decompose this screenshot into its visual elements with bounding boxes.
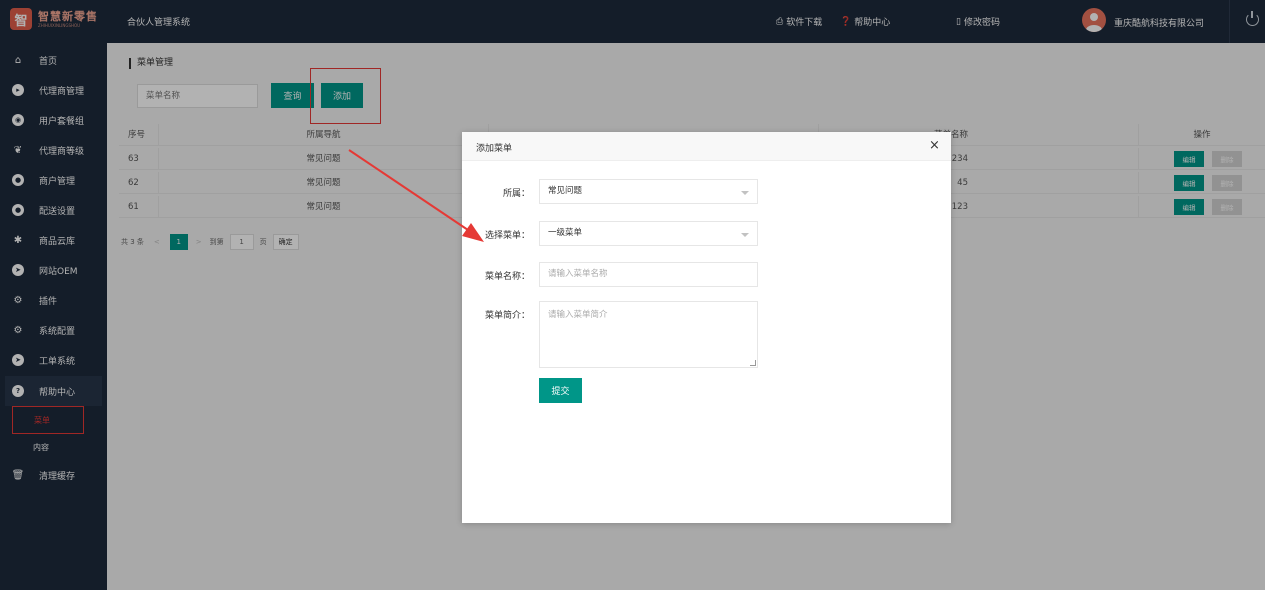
- chevron-down-icon: [741, 233, 749, 237]
- chevron-down-icon: [741, 191, 749, 195]
- menu-intro-textarea[interactable]: 请输入菜单简介: [539, 301, 758, 368]
- belong-select-value: 常见问题: [548, 186, 583, 196]
- menu-name-label: 菜单名称：: [484, 272, 530, 282]
- menu-intro-label: 菜单简介：: [484, 311, 530, 321]
- close-icon[interactable]: ×: [929, 138, 940, 153]
- resize-handle-icon[interactable]: [750, 360, 756, 366]
- menu-intro-placeholder: 请输入菜单简介: [548, 310, 608, 320]
- choose-menu-label: 选择菜单：: [484, 231, 530, 241]
- menu-name-input[interactable]: 请输入菜单名称: [539, 262, 758, 287]
- belong-select[interactable]: 常见问题: [539, 179, 758, 204]
- dialog-title: 添加菜单: [476, 144, 513, 154]
- add-menu-dialog: 添加菜单 × 所属： 常见问题 选择菜单： 一级菜单 菜单名称： 请输入菜单名称…: [462, 132, 951, 523]
- belong-label: 所属：: [502, 189, 530, 199]
- dialog-header: 添加菜单 ×: [462, 132, 951, 161]
- submit-button[interactable]: 提交: [539, 378, 582, 403]
- choose-menu-select[interactable]: 一级菜单: [539, 221, 758, 246]
- choose-menu-select-value: 一级菜单: [548, 228, 583, 238]
